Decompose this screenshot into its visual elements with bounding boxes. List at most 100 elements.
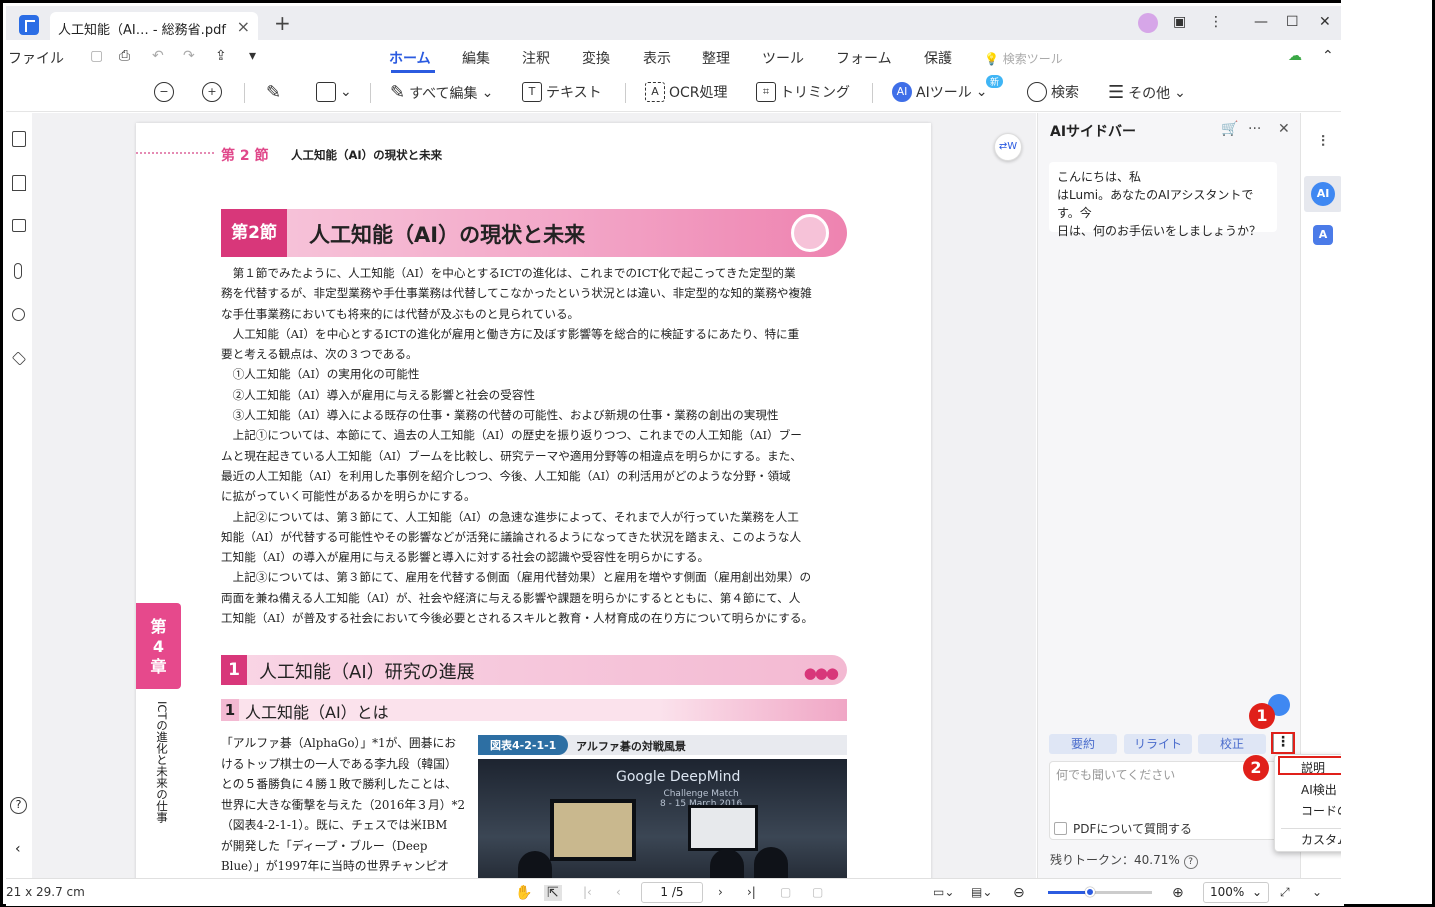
prev-page-icon[interactable]: ‹ <box>616 885 621 899</box>
remaining-tokens: 残りトークン：40.71% ? <box>1050 851 1198 869</box>
search-panel-icon[interactable] <box>12 308 25 321</box>
banner-title: 人工知能（AI）の現状と未来 <box>309 223 586 247</box>
collapse-left-icon[interactable]: ‹ <box>15 841 21 857</box>
text-button[interactable]: T テキスト <box>522 82 602 102</box>
left-rail: ? ‹ <box>6 113 32 878</box>
zoom-in-icon[interactable]: + <box>202 82 222 102</box>
heading-2-title: 人工知能（AI）とは <box>245 703 389 722</box>
next-page-icon[interactable]: › <box>718 885 723 899</box>
menu-convert[interactable]: 変換 <box>582 48 610 68</box>
maximize-button[interactable]: ☐ <box>1286 14 1299 30</box>
undo-icon[interactable]: ↶ <box>152 48 164 64</box>
ocr-button[interactable]: A OCR処理 <box>645 82 728 102</box>
menu-form[interactable]: フォーム <box>836 48 892 68</box>
cloud-sync-icon[interactable]: ☁ <box>1288 48 1302 64</box>
tab-close-icon[interactable]: × <box>237 17 250 36</box>
more-horiz-icon[interactable]: ··· <box>1248 121 1261 137</box>
section-banner: 第2節 人工知能（AI）の現状と未来 <box>221 209 847 257</box>
layers-icon[interactable] <box>11 351 27 366</box>
heading-2-number: 1 <box>221 699 239 721</box>
close-sidebar-icon[interactable]: ✕ <box>1278 121 1290 137</box>
more-vert-icon[interactable]: ⋮ <box>1209 14 1223 30</box>
active-menu-indicator <box>391 70 435 73</box>
save-icon[interactable]: ▢ <box>90 48 103 64</box>
menu-ai-detect[interactable]: AI検出 <box>1301 781 1337 798</box>
cart-icon[interactable]: 🛒 <box>1221 121 1238 137</box>
zoom-slider-knob[interactable] <box>1084 887 1095 897</box>
collapse-ribbon-icon[interactable]: ⌃ <box>1322 48 1334 64</box>
section-subtitle: 人工知能（AI）の現状と未来 <box>291 148 443 162</box>
fullscreen-icon[interactable]: ⤢ <box>1280 885 1290 900</box>
search-tool-label[interactable]: 💡 検索ツール <box>984 50 1063 67</box>
zoom-out-icon[interactable]: − <box>154 82 174 102</box>
heading-dots-icon: ●●● <box>803 664 839 682</box>
menu-organize[interactable]: 整理 <box>702 48 730 68</box>
zoom-select[interactable]: 100% ⌄ <box>1203 882 1269 903</box>
last-page-icon[interactable]: ›| <box>747 885 756 899</box>
page-number-input[interactable]: 1 /5 <box>641 882 703 903</box>
fit-page-icon[interactable]: ▢ <box>780 885 791 899</box>
avatar[interactable] <box>1138 13 1158 33</box>
highlight-icon[interactable]: ✎ <box>266 82 281 103</box>
view-mode-icon[interactable]: ▤⌄ <box>971 885 992 899</box>
zoom-slider-fill <box>1048 891 1090 894</box>
banner-ornament-icon <box>791 214 829 252</box>
info-icon[interactable]: ? <box>1183 855 1198 869</box>
search-button[interactable]: 検索 <box>1027 82 1079 102</box>
chip-proofread[interactable]: 校正 <box>1198 734 1266 754</box>
document-tab[interactable]: 人工知能（AI… - 総務省.pdf × <box>50 12 258 41</box>
quick-access-dropdown-icon[interactable]: ▾ <box>249 48 256 64</box>
other-button[interactable]: ☰ その他 ⌄ <box>1108 82 1186 103</box>
first-page-icon[interactable]: |‹ <box>583 885 592 899</box>
chip-rewrite[interactable]: リライト <box>1124 734 1192 754</box>
comment-icon[interactable] <box>12 219 26 232</box>
menu-file[interactable]: ファイル <box>8 48 64 68</box>
chip-summary[interactable]: 要約 <box>1049 734 1117 754</box>
body-left-column: 「アルファ碁（AlphaGo）」*1が、囲碁にお けるトップ棋士の一人である李九… <box>221 736 465 873</box>
zoom-out-small-icon[interactable]: ⊖ <box>1013 885 1025 901</box>
close-window-button[interactable]: ✕ <box>1319 14 1331 30</box>
redo-icon[interactable]: ↷ <box>183 48 195 64</box>
collapse-status-icon[interactable]: ⌄ <box>1312 885 1322 899</box>
translate-float-button[interactable]: ⇄W <box>994 133 1022 161</box>
menu-tools[interactable]: ツール <box>762 48 804 68</box>
desktop-background <box>1341 0 1432 904</box>
hand-tool-icon[interactable]: ✋ <box>515 885 532 901</box>
zoom-slider[interactable] <box>1048 887 1152 897</box>
heading-1-title: 人工知能（AI）研究の進展 <box>259 662 475 683</box>
menu-protect[interactable]: 保護 <box>924 48 952 68</box>
document-view[interactable]: 第 2 節 人工知能（AI）の現状と未来 第2節 人工知能（AI）の現状と未来 … <box>32 113 1036 878</box>
zoom-in-small-icon[interactable]: ⊕ <box>1172 885 1184 901</box>
edit-all-button[interactable]: ✎ すべて編集 ⌄ <box>390 82 493 103</box>
menu-home[interactable]: ホーム <box>389 48 431 68</box>
ocr-icon: A <box>645 82 665 102</box>
help-icon[interactable]: ? <box>10 797 27 814</box>
settings-sliders-icon[interactable]: ⫶ <box>1311 129 1335 153</box>
fit-width-icon[interactable]: ▢ <box>812 885 823 899</box>
menu-annotate[interactable]: 注釈 <box>522 48 550 68</box>
ai-tools-label: AIツール <box>916 85 972 101</box>
divider <box>872 83 873 103</box>
select-tool-icon[interactable]: ⇱ <box>544 885 562 901</box>
trim-button[interactable]: ⌗ トリミング <box>756 82 850 102</box>
print-icon[interactable]: ⎙ <box>119 48 130 64</box>
feedback-icon[interactable]: ▣ <box>1173 14 1186 30</box>
shape-icon[interactable]: ⌄ <box>316 82 352 102</box>
status-bar: 21 x 29.7 cm ✋ ⇱ |‹ ‹ 1 /5 › ›| ▢ ▢ ▭⌄ ▤… <box>6 878 1344 906</box>
figure-caption: アルファ碁の対戦風景 <box>576 740 686 753</box>
ai-assistant-icon[interactable]: AI <box>1311 182 1335 206</box>
attachment-icon[interactable] <box>14 263 22 279</box>
thumbnail-icon[interactable] <box>12 131 26 147</box>
bookmark-icon[interactable] <box>12 175 26 191</box>
heading-1: 1 人工知能（AI）研究の進展 ●●● <box>221 655 847 685</box>
ai-tools-button[interactable]: AI AIツール ⌄ 新 <box>892 75 1004 102</box>
new-tab-button[interactable]: + <box>274 11 291 35</box>
menu-view[interactable]: 表示 <box>643 48 671 68</box>
minimize-button[interactable]: — <box>1254 14 1268 30</box>
photo-person <box>518 851 552 878</box>
share-icon[interactable]: ⇪ <box>215 48 227 64</box>
translate-icon[interactable]: A <box>1313 225 1333 245</box>
menu-edit[interactable]: 編集 <box>462 48 490 68</box>
pdf-question-checkbox[interactable]: PDFについて質問する <box>1054 820 1192 837</box>
page-layout-icon[interactable]: ▭⌄ <box>933 885 954 899</box>
